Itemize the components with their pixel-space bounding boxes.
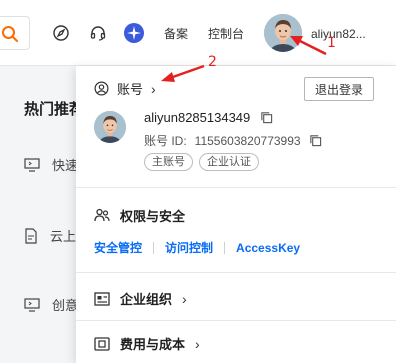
avatar[interactable] bbox=[264, 14, 302, 52]
account-link[interactable]: 账号 › bbox=[94, 79, 156, 98]
account-dropdown: 账号 › 退出登录 aliyun8285134349 账号 ID: 115560… bbox=[76, 66, 396, 363]
chevron-right-icon: › bbox=[151, 80, 156, 97]
side-item-label: 创意 bbox=[52, 298, 79, 313]
side-item-label: 快速 bbox=[52, 158, 79, 173]
divider bbox=[76, 187, 396, 188]
account-id-row: 账号 ID: 1155603820773993 bbox=[144, 132, 322, 149]
side-item-cloud[interactable]: 云上 bbox=[24, 226, 76, 245]
account-id-value: 1155603820773993 bbox=[194, 133, 301, 148]
accesskey-link[interactable]: AccessKey bbox=[236, 241, 300, 255]
headset-icon[interactable] bbox=[87, 22, 109, 44]
link-separator bbox=[153, 241, 155, 254]
divider bbox=[76, 320, 396, 321]
account-id-label: 账号 ID: bbox=[144, 134, 187, 148]
account-label: 账号 bbox=[117, 82, 144, 97]
side-item-creative[interactable]: 创意 bbox=[24, 295, 78, 314]
chevron-right-icon: › bbox=[195, 335, 200, 352]
logout-button[interactable]: 退出登录 bbox=[304, 77, 374, 101]
side-item-label: 云上 bbox=[50, 229, 77, 244]
users-icon bbox=[94, 208, 110, 222]
annotation-number-2: 2 bbox=[208, 54, 217, 70]
console-link[interactable]: 控制台 bbox=[208, 25, 244, 42]
chevron-right-icon: › bbox=[182, 290, 187, 307]
search-button[interactable] bbox=[0, 16, 30, 50]
divider bbox=[76, 272, 396, 273]
search-icon bbox=[2, 26, 18, 42]
org-section[interactable]: 企业组织 › bbox=[94, 289, 187, 308]
security-control-link[interactable]: 安全管控 bbox=[94, 239, 142, 256]
cost-title: 费用与成本 bbox=[120, 337, 186, 352]
account-avatar bbox=[94, 111, 126, 143]
monitor-icon bbox=[24, 297, 40, 312]
account-name-row: aliyun8285134349 bbox=[144, 110, 273, 125]
annotation-number-1: 1 bbox=[327, 35, 336, 51]
top-username[interactable]: aliyun82... bbox=[311, 27, 366, 41]
permissions-links: 安全管控 访问控制 AccessKey bbox=[94, 239, 300, 256]
filing-link[interactable]: 备案 bbox=[164, 25, 188, 42]
sparkle-icon[interactable] bbox=[123, 22, 145, 44]
wallet-icon bbox=[94, 336, 110, 351]
hot-recommend-heading: 热门推荐 bbox=[24, 101, 85, 118]
account-name: aliyun8285134349 bbox=[144, 110, 251, 125]
account-tags: 主账号 企业认证 bbox=[144, 153, 259, 171]
access-control-link[interactable]: 访问控制 bbox=[165, 239, 213, 256]
side-item-quick[interactable]: 快速 bbox=[24, 155, 78, 174]
permissions-section-title: 权限与安全 bbox=[94, 206, 185, 225]
org-title: 企业组织 bbox=[120, 292, 173, 307]
tag-main-account: 主账号 bbox=[144, 153, 193, 171]
document-icon bbox=[25, 227, 37, 244]
tag-enterprise-verified[interactable]: 企业认证 bbox=[199, 153, 259, 171]
copy-icon[interactable] bbox=[260, 111, 273, 124]
monitor-icon bbox=[24, 157, 40, 172]
cost-section[interactable]: 费用与成本 › bbox=[94, 334, 200, 353]
user-circle-icon bbox=[94, 81, 109, 96]
copy-icon[interactable] bbox=[309, 134, 322, 147]
link-separator bbox=[224, 241, 226, 254]
compass-icon[interactable] bbox=[50, 22, 72, 44]
top-navigation-bar: 备案 控制台 aliyun82... bbox=[0, 0, 396, 66]
permissions-title: 权限与安全 bbox=[120, 209, 186, 224]
organization-icon bbox=[94, 291, 110, 306]
